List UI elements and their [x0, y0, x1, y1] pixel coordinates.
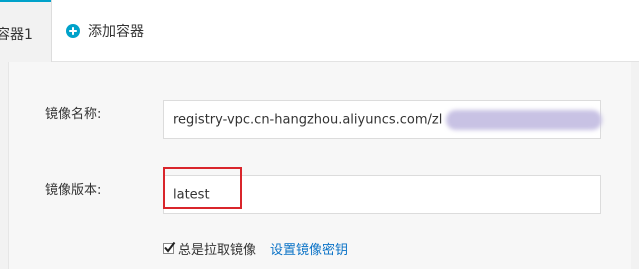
add-container-tab[interactable]: 添加容器	[66, 21, 144, 41]
image-name-label: 镜像名称:	[45, 107, 102, 122]
panel-gutter	[631, 62, 639, 269]
image-name-value: registry-vpc.cn-hangzhou.aliyuncs.com/zl	[173, 112, 443, 127]
tab-container-1[interactable]: 容器1	[0, 0, 52, 62]
tab-container-1-label: 容器1	[0, 27, 33, 43]
add-container-label: 添加容器	[88, 24, 144, 40]
always-pull-checkbox[interactable]	[163, 241, 176, 254]
tab-bar: 容器1 添加容器	[0, 0, 639, 62]
always-pull-label: 总是拉取镜像	[178, 242, 257, 258]
set-image-secret-link[interactable]: 设置镜像密钥	[270, 239, 348, 258]
tab-active-indicator	[0, 0, 51, 2]
redaction-blur	[446, 110, 602, 130]
image-version-value: latest	[173, 187, 210, 202]
image-version-label: 镜像版本:	[45, 183, 102, 198]
plus-circle-icon	[66, 24, 80, 38]
always-pull-row: 总是拉取镜像 设置镜像密钥	[163, 238, 348, 258]
image-version-input[interactable]: latest	[163, 175, 601, 214]
checkmark-icon	[164, 241, 176, 253]
